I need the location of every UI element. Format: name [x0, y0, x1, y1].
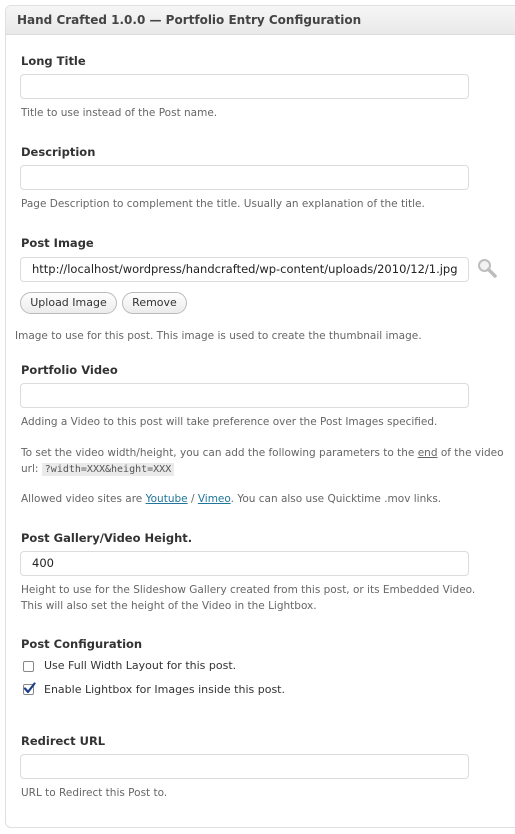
redirect-hint: URL to Redirect this Post to. — [21, 787, 168, 799]
lightbox-checkbox[interactable] — [23, 682, 36, 695]
size-params-code: ?width=XXX&height=XXX — [41, 463, 175, 476]
checkmark-icon — [23, 682, 36, 694]
post-image-hint: Image to use for this post. This image i… — [15, 330, 422, 342]
redirect-label: Redirect URL — [21, 734, 106, 748]
gallery-height-label: Post Gallery/Video Height. — [21, 531, 193, 545]
long-title-input[interactable] — [20, 74, 469, 99]
allowed-sites-text: Allowed video sites are — [21, 493, 146, 505]
portfolio-video-input[interactable] — [20, 383, 469, 408]
long-title-label: Long Title — [21, 54, 86, 68]
url-label: url: — [21, 463, 39, 475]
video-hint-size-post: of the video — [437, 447, 504, 459]
remove-button[interactable]: Remove — [122, 292, 187, 314]
redirect-input[interactable] — [20, 754, 469, 779]
post-image-label: Post Image — [21, 236, 94, 250]
description-input[interactable] — [20, 165, 469, 190]
quicktime-text: . You can also use Quicktime .mov links. — [230, 493, 442, 505]
gallery-height-hint2: This will also set the height of the Vid… — [21, 600, 317, 612]
panel-title: Hand Crafted 1.0.0 — Portfolio Entry Con… — [17, 13, 362, 27]
portfolio-video-label: Portfolio Video — [21, 363, 118, 377]
long-title-hint: Title to use instead of the Post name. — [21, 107, 218, 119]
description-hint: Page Description to complement the title… — [21, 198, 425, 210]
video-hint-sites: Allowed video sites are Youtube / Vimeo.… — [21, 491, 441, 507]
post-image-input[interactable]: http://localhost/wordpress/handcrafted/w… — [20, 257, 469, 282]
youtube-link[interactable]: Youtube — [146, 493, 188, 505]
video-hint-url: url: ?width=XXX&height=XXX — [21, 461, 175, 478]
sites-separator: / — [187, 493, 198, 505]
full-width-label[interactable]: Use Full Width Layout for this post. — [44, 659, 236, 672]
description-label: Description — [21, 145, 96, 159]
vimeo-link[interactable]: Vimeo — [198, 493, 231, 505]
video-hint-size: To set the video width/height, you can a… — [21, 445, 504, 461]
panel-header[interactable]: Hand Crafted 1.0.0 — Portfolio Entry Con… — [6, 6, 515, 35]
full-width-checkbox[interactable] — [23, 661, 34, 672]
video-hint-preference: Adding a Video to this post will take pr… — [21, 416, 438, 428]
end-text: end — [417, 447, 438, 459]
video-hint-size-text: To set the video width/height, you can a… — [21, 447, 418, 459]
gallery-height-hint1: Height to use for the Slideshow Gallery … — [21, 584, 476, 596]
post-config-label: Post Configuration — [21, 637, 143, 651]
magnifier-icon[interactable] — [476, 257, 498, 279]
gallery-height-input[interactable]: 400 — [20, 551, 469, 576]
upload-image-button[interactable]: Upload Image — [20, 292, 117, 314]
lightbox-label[interactable]: Enable Lightbox for Images inside this p… — [44, 683, 285, 696]
